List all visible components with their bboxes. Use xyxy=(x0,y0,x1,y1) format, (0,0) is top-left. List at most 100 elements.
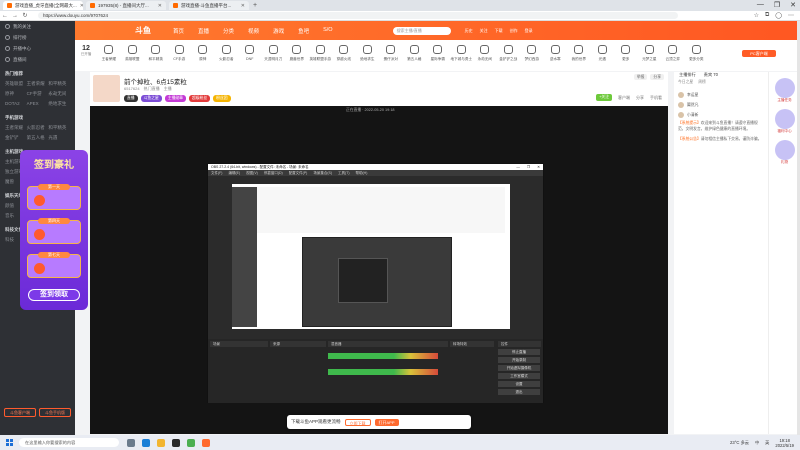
close-tab-icon[interactable]: ✕ xyxy=(80,3,83,9)
category-item[interactable]: 魔兽世界 xyxy=(285,45,309,62)
sidebar-item-broadcast[interactable]: 开播中心 xyxy=(0,43,75,54)
close-tab-icon[interactable]: ✕ xyxy=(158,3,162,9)
edge-icon[interactable] xyxy=(142,438,150,447)
category-item[interactable]: 绝地求生 xyxy=(356,45,380,62)
pc-client-button[interactable]: PC客户端 xyxy=(742,50,776,57)
file-explorer-icon[interactable] xyxy=(157,438,165,447)
category-item[interactable]: 更多 xyxy=(614,45,638,62)
nav-link-category[interactable]: 分类 xyxy=(223,27,234,35)
close-window-button[interactable]: ✕ xyxy=(790,1,796,9)
nav-link-live[interactable]: 直播 xyxy=(198,27,209,35)
category-item[interactable]: 王者荣耀 xyxy=(97,45,121,62)
sidebar-category[interactable]: APEX xyxy=(27,101,49,107)
browser-tab[interactable]: 游戏直播-斗鱼直播平台... ✕ xyxy=(169,1,249,10)
sidebar-item-follow[interactable]: 我的关注 xyxy=(0,21,75,32)
taskbar-clock[interactable]: 19:18 2022/5/19 xyxy=(775,438,794,448)
mobile-icon[interactable]: 手机看 xyxy=(650,95,662,101)
sidebar-category[interactable]: 王者荣耀 xyxy=(27,81,49,87)
history-icon[interactable]: 历史 xyxy=(465,28,473,34)
category-item[interactable]: 地下城与勇士 xyxy=(450,45,474,62)
tab-vip[interactable]: 贵宾 70 xyxy=(704,72,718,80)
category-item[interactable]: 和平精英 xyxy=(144,45,168,62)
room-category[interactable]: 热门直播 xyxy=(144,86,160,92)
site-search-input[interactable]: 搜索主播/直播 xyxy=(392,26,451,35)
taskbar-search-input[interactable]: 在这里输入你要搜索的内容 xyxy=(19,438,119,447)
category-item[interactable]: 梦幻西游 xyxy=(520,45,544,62)
category-item[interactable]: 光遇 xyxy=(591,45,615,62)
category-item[interactable]: 蛋仔派对 xyxy=(379,45,403,62)
streamer-avatar[interactable] xyxy=(93,75,120,102)
minimize-button[interactable]: — xyxy=(757,1,764,9)
share-button[interactable]: 分享 xyxy=(650,74,664,80)
category-item[interactable]: 英雄联盟手游 xyxy=(309,45,333,62)
url-input[interactable]: https://www.douyu.com/9707624 xyxy=(38,12,678,19)
activity-avatar-icon[interactable] xyxy=(774,109,795,129)
obs-icon[interactable] xyxy=(172,438,180,447)
download-icon[interactable]: 下载 xyxy=(495,28,503,34)
follow-button[interactable]: +关注 xyxy=(596,94,612,101)
category-item[interactable]: 第五人格 xyxy=(403,45,427,62)
sidebar-category[interactable]: 英雄联盟 xyxy=(5,81,27,87)
category-item[interactable]: 星际争霸 xyxy=(426,45,450,62)
category-item[interactable]: 我的世界 xyxy=(567,45,591,62)
profile-icon[interactable]: ◯ xyxy=(775,12,782,19)
category-item[interactable]: 原神 xyxy=(191,45,215,62)
douyu-icon[interactable] xyxy=(202,438,210,447)
browser-tab[interactable]: 游戏直播_虎牙直播(全网最大... ✕ xyxy=(3,1,83,10)
video-player[interactable]: 正在直播 · 2022-05-20 19:18 OBS 27.2.4 (64-b… xyxy=(90,106,668,434)
extensions-icon[interactable]: ⧉ xyxy=(765,12,769,19)
category-item[interactable]: 云顶之弈 xyxy=(661,45,685,62)
sidebar-category[interactable]: 光遇 xyxy=(48,135,70,141)
nav-link-home[interactable]: 首页 xyxy=(173,27,184,35)
category-item[interactable]: 永劫无间 xyxy=(473,45,497,62)
forward-icon[interactable]: → xyxy=(10,13,20,19)
sidebar-category[interactable]: CF手游 xyxy=(27,91,49,97)
nav-link-forum[interactable]: 鱼吧 xyxy=(298,27,309,35)
sidebar-category[interactable]: 永劫无间 xyxy=(48,91,70,97)
site-logo[interactable]: 斗鱼 xyxy=(135,25,151,36)
report-button[interactable]: 举报 xyxy=(633,74,648,80)
client-icon[interactable]: 客户端 xyxy=(618,95,630,101)
sidebar-category[interactable]: 和平精英 xyxy=(48,81,70,87)
room-host[interactable]: 主播 xyxy=(164,86,172,92)
close-tab-icon[interactable]: ✕ xyxy=(241,3,245,9)
category-item[interactable]: 穿越火线 xyxy=(332,45,356,62)
nav-link-game[interactable]: 游戏 xyxy=(273,27,284,35)
category-item[interactable]: DNF xyxy=(238,45,262,62)
windows-start-icon[interactable] xyxy=(6,439,13,446)
rank-row[interactable]: 翼然凡 xyxy=(678,100,764,110)
new-tab-button[interactable]: + xyxy=(253,2,257,9)
signin-promo[interactable]: 签到豪礼 第一天 第四天 第七天 签到领取 xyxy=(20,150,88,310)
sidebar-category[interactable]: 原神 xyxy=(5,91,27,97)
task-view-icon[interactable] xyxy=(127,438,135,447)
tab-rank[interactable]: 主播排行 xyxy=(679,72,696,80)
create-icon[interactable]: 创作 xyxy=(510,28,518,34)
sidebar-category[interactable]: 火影忍者 xyxy=(27,125,49,131)
back-icon[interactable]: ← xyxy=(0,13,10,19)
download-client-button[interactable]: 斗鱼客户端 xyxy=(4,408,36,417)
sidebar-category[interactable]: 金铲铲 xyxy=(5,135,27,141)
category-item[interactable]: 火影忍者 xyxy=(215,45,239,62)
category-item[interactable]: 天涯明月刀 xyxy=(262,45,286,62)
activity-avatar-icon[interactable] xyxy=(774,78,795,98)
category-item[interactable]: CF手游 xyxy=(168,45,192,62)
category-item[interactable]: 更多分类 xyxy=(685,45,709,62)
nav-link-so[interactable]: S/O xyxy=(323,27,332,35)
sidebar-item-live[interactable]: 直播间 xyxy=(0,54,75,65)
toast-open-app-button[interactable]: 打开APP xyxy=(374,418,399,426)
rank-row[interactable]: 幸运星 xyxy=(678,90,764,100)
refresh-icon[interactable]: ↻ xyxy=(20,12,30,19)
subtab-week[interactable]: 周榜 xyxy=(698,80,706,88)
weather-widget[interactable]: 23°C 多云 xyxy=(730,440,749,446)
share-icon[interactable]: 分享 xyxy=(636,95,644,101)
mobile-version-button[interactable]: 斗鱼手机版 xyxy=(39,408,71,417)
sidebar-category[interactable]: 绝地求生 xyxy=(48,101,70,107)
sidebar-category[interactable]: DOTA2 xyxy=(5,101,27,107)
nav-link-video[interactable]: 视频 xyxy=(248,27,259,35)
activity-avatar-icon[interactable] xyxy=(774,140,795,160)
more-menu-icon[interactable]: ⋯ xyxy=(788,12,794,19)
sidebar-category[interactable]: 王者荣耀 xyxy=(5,125,27,131)
sidebar-category[interactable]: 第五人格 xyxy=(27,135,49,141)
browser-tab[interactable]: 197935(8) - 直播间大厅... ✕ xyxy=(86,1,166,10)
category-item[interactable]: 元梦之星 xyxy=(638,45,662,62)
